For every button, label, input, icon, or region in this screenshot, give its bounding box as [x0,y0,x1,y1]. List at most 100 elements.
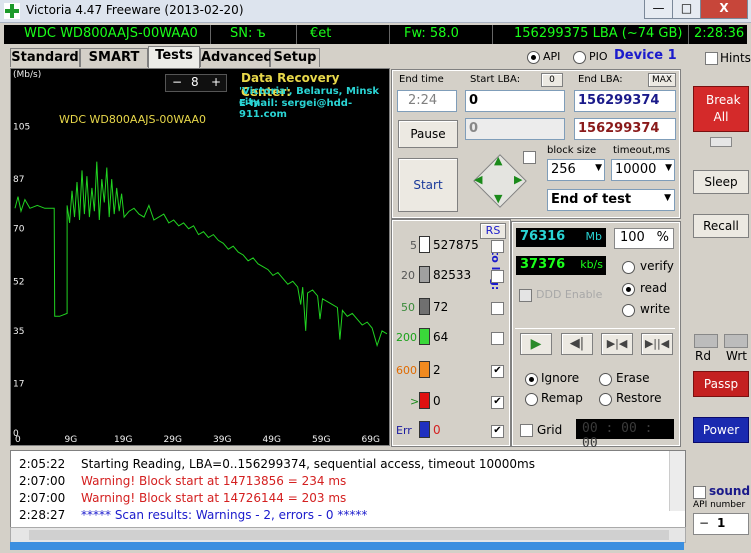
api-number-stepper[interactable]: − 1 [693,513,749,535]
firmware: Fw: 58.0 [404,26,459,41]
power-button[interactable]: Power [693,417,749,443]
passp-button[interactable]: Passp [693,371,749,397]
api-radio[interactable] [527,51,540,64]
direction-pad: ▲ ▼ ◀ ▶ [467,148,531,212]
break-all-button[interactable]: Break All [693,86,749,132]
tab-tests[interactable]: Tests [148,46,200,68]
ignore-radio[interactable] [525,373,538,386]
restore-label: Restore [616,391,662,405]
block-color-swatch [419,392,430,409]
tab-standard[interactable]: Standard [10,48,80,67]
end-time-input[interactable]: 2:24 [397,90,457,112]
block-color-swatch [419,236,430,253]
verify-radio[interactable] [622,261,635,274]
speed-value: 37376 [520,257,566,272]
block-size-select[interactable]: 256 ▼ [547,159,605,181]
chevron-down-icon: ▼ [665,163,672,173]
write-led-label: Wrt [726,349,747,363]
stepper-plus[interactable]: + [211,75,221,89]
block-threshold-label: 50 [401,301,415,314]
end-lba-input[interactable]: 156299374 [574,90,676,112]
end-lba-max-button[interactable]: MAX [648,73,676,87]
start-lba-label: Start LBA: [470,74,521,85]
api-label: API [543,50,561,63]
direction-checkbox[interactable] [523,151,536,164]
speed-unit: kb/s [580,258,603,271]
block-count: 527875 [433,238,479,252]
close-button[interactable]: X [700,0,748,19]
sound-checkbox[interactable] [693,486,706,499]
to-log-checkbox[interactable] [491,332,504,345]
rs-button[interactable]: RS [480,223,506,239]
sleep-button[interactable]: Sleep [693,170,749,194]
block-threshold-label: Err [396,424,412,437]
end-action-select[interactable]: End of test ▼ [547,189,675,211]
down-arrow-icon[interactable]: ▼ [494,192,502,205]
y-units-label: (Mb/s) [13,70,42,80]
grinder-icon[interactable]: ▶||◀ [641,333,673,355]
drive-info-bar: WDC WD800AAJS-00WAA0 SN: ъ €et Fw: 58.0 … [4,25,747,44]
timeout-select[interactable]: 10000 ▼ [611,159,675,181]
minimize-button[interactable]: — [644,0,673,19]
serial-number: SN: ъ [230,26,266,41]
log-horizontal-scrollbar[interactable] [10,527,686,543]
start-button[interactable]: Start [398,158,458,212]
erase-radio[interactable] [599,373,612,386]
api-minus[interactable]: − [699,516,709,530]
tab-advanced[interactable]: Advanced [200,48,273,67]
tab-setup[interactable]: Setup [270,48,320,67]
start-lba-zero-button[interactable]: 0 [541,73,563,87]
device-label: Device 1 [614,48,677,63]
up-arrow-icon[interactable]: ▲ [494,154,502,167]
break-indicator [710,137,732,147]
recall-button[interactable]: Recall [693,214,749,238]
pause-button[interactable]: Pause [398,120,458,148]
x-tick-label: 0 [15,435,21,445]
reverse-icon[interactable]: ◀| [561,333,593,355]
log-time: 2:07:00 [19,474,66,488]
current-lba-field: 0 [465,118,565,140]
verify-label: verify [640,259,674,273]
block-threshold-label: 200 [396,331,417,344]
right-arrow-icon[interactable]: ▶ [514,173,522,186]
read-led [694,334,718,348]
x-tick-label: 29G [164,435,182,445]
log-row: 2:05:22 Starting Reading, LBA=0..15629937… [19,457,535,471]
ddd-enable-label: DDD Enable [536,288,603,301]
to-log-checkbox[interactable] [491,240,504,253]
megabytes-display: 76316 Mb [516,228,606,247]
block-color-swatch [419,421,430,438]
to-log-checkbox[interactable] [491,302,504,315]
to-log-checkbox[interactable]: ✔ [491,425,504,438]
butterfly-icon[interactable]: ▶|◀ [601,333,633,355]
log-scroll-thumb[interactable] [29,530,669,540]
to-log-checkbox[interactable]: ✔ [491,396,504,409]
graph-stepper: − 8 + [165,74,227,92]
restore-radio[interactable] [599,393,612,406]
block-threshold-label: > [410,395,420,408]
read-radio[interactable] [622,283,635,296]
pio-radio[interactable] [573,51,586,64]
chevron-down-icon: ▼ [664,193,671,203]
write-radio[interactable] [622,304,635,317]
to-log-checkbox[interactable] [491,270,504,283]
sound-label: sound [709,484,751,498]
stepper-minus[interactable]: − [172,75,182,89]
window-title: Victoria 4.47 Freeware (2013-02-20) [26,3,244,17]
ddd-enable-checkbox[interactable] [519,289,532,302]
tab-smart[interactable]: SMART [80,48,148,67]
play-icon[interactable]: ▶ [520,333,552,355]
log-vertical-scrollbar[interactable] [669,451,685,511]
start-lba-input[interactable]: 0 [465,90,565,112]
y-tick-label: 105 [13,123,30,133]
drive-et: €et [310,26,332,41]
to-log-checkbox[interactable]: ✔ [491,365,504,378]
y-tick-label: 70 [13,225,25,235]
maximize-button[interactable]: □ [672,0,701,19]
x-tick-label: 49G [263,435,281,445]
remap-radio[interactable] [525,393,538,406]
block-threshold-label: 5 [410,239,417,252]
hints-checkbox[interactable] [705,52,718,65]
left-arrow-icon[interactable]: ◀ [474,173,482,186]
grid-checkbox[interactable] [520,424,533,437]
